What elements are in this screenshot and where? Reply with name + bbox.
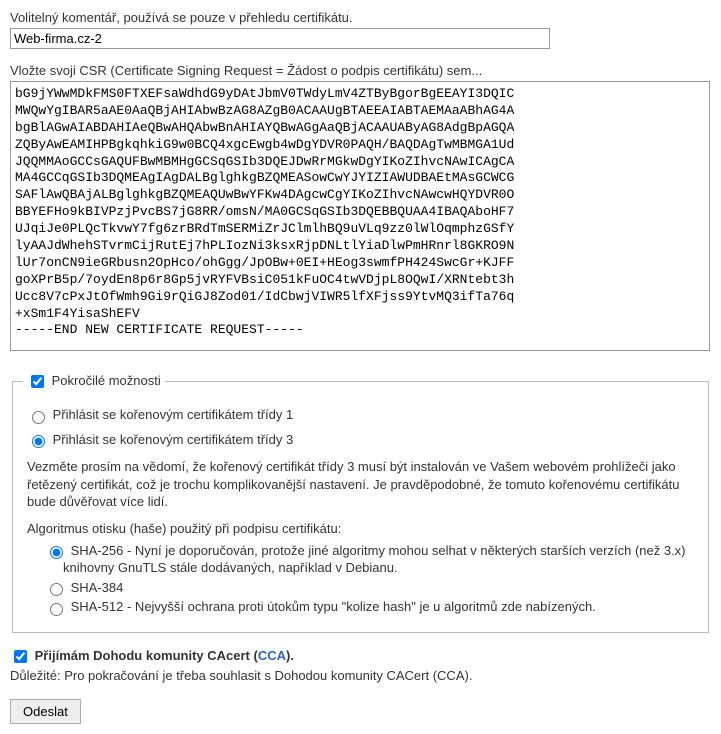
sha512-option[interactable]: SHA-512 - Nejvyšší ochrana proti útokům … [45, 599, 596, 614]
sha384-radio[interactable] [50, 583, 63, 596]
hash-algorithm-label: Algoritmus otisku (haše) použitý při pod… [27, 521, 694, 536]
csr-label: Vložte svoji CSR (Certificate Signing Re… [10, 63, 711, 78]
cca-row: Přijímám Dohodu komunity CAcert (CCA). [10, 647, 711, 666]
advanced-legend-text: Pokročilé možnosti [52, 373, 161, 388]
advanced-legend: Pokročilé možnosti [23, 372, 165, 391]
csr-textarea[interactable] [10, 81, 710, 351]
cca-text-after: ). [286, 648, 294, 663]
advanced-fieldset: Pokročilé možnosti Přihlásit se kořenový… [12, 372, 709, 633]
root-class-3-option[interactable]: Přihlásit se kořenovým certifikátem tříd… [27, 432, 293, 447]
advanced-toggle-checkbox[interactable] [31, 375, 44, 388]
root-class-3-label: Přihlásit se kořenovým certifikátem tříd… [53, 432, 294, 447]
root-class-1-option[interactable]: Přihlásit se kořenovým certifikátem tříd… [27, 407, 293, 422]
root-class-note: Vezměte prosím na vědomí, že kořenový ce… [27, 458, 694, 511]
sha256-option[interactable]: SHA-256 - Nyní je doporučován, protože j… [45, 543, 686, 576]
cca-link[interactable]: CCA [258, 648, 286, 663]
sha384-option[interactable]: SHA-384 [45, 580, 123, 595]
sha512-radio[interactable] [50, 603, 63, 616]
comment-input[interactable] [10, 28, 550, 49]
cca-checkbox[interactable] [14, 650, 27, 663]
root-class-1-label: Přihlásit se kořenovým certifikátem tříd… [53, 407, 294, 422]
cca-text-before: Přijímám Dohodu komunity CAcert ( [35, 648, 258, 663]
sha384-label: SHA-384 [71, 580, 124, 595]
sha512-label: SHA-512 - Nejvyšší ochrana proti útokům … [71, 599, 596, 614]
root-class-1-radio[interactable] [32, 411, 45, 424]
sha256-label: SHA-256 - Nyní je doporučován, protože j… [63, 543, 686, 576]
root-class-3-radio[interactable] [32, 435, 45, 448]
cca-important-note: Důležité: Pro pokračování je třeba souhl… [10, 668, 711, 683]
sha256-radio[interactable] [50, 546, 63, 559]
submit-button[interactable]: Odeslat [10, 699, 81, 724]
cca-accept[interactable]: Přijímám Dohodu komunity CAcert (CCA). [10, 648, 294, 663]
comment-label: Volitelný komentář, používá se pouze v p… [10, 10, 711, 25]
